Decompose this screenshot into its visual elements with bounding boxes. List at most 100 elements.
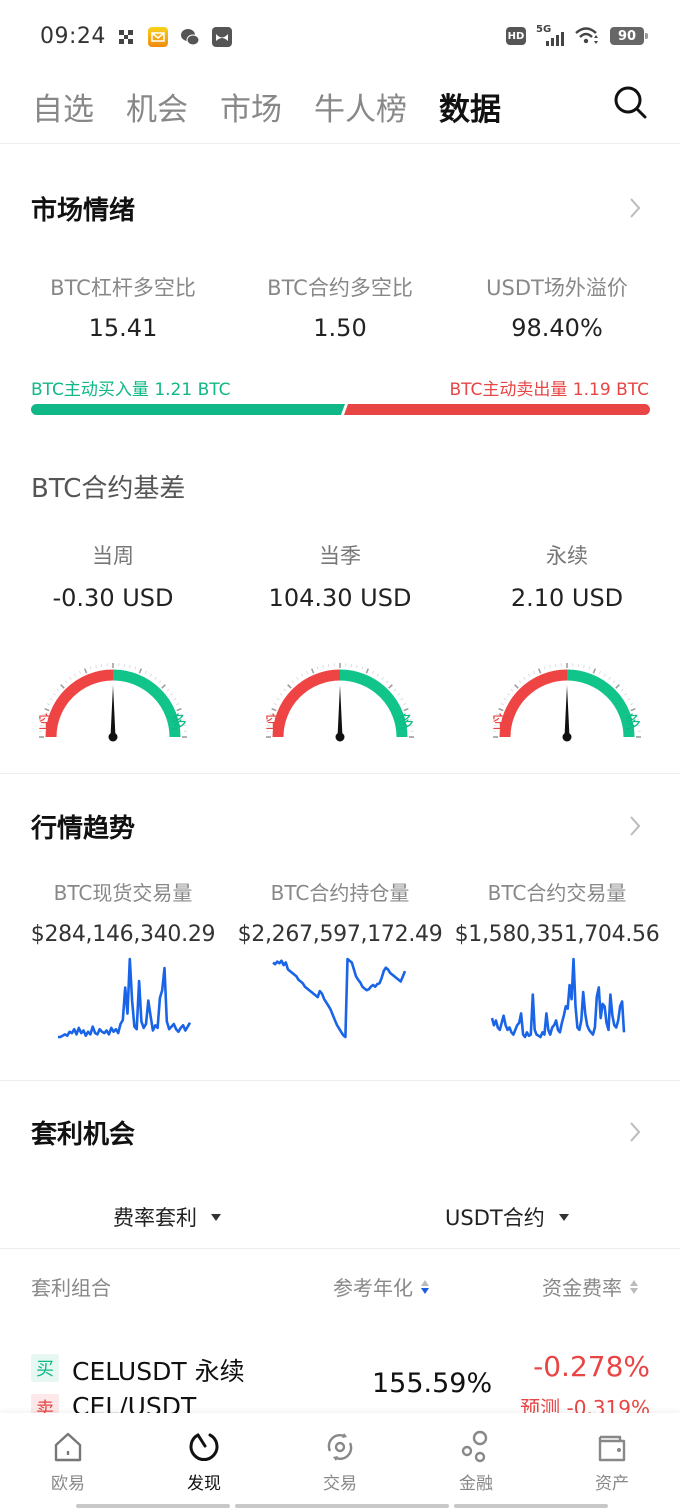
basis-gauge [493,663,641,742]
column-header-funding-rate[interactable]: 资金费率 [542,1272,638,1301]
gauge-label: 当周 [92,544,134,568]
gauge-tick [403,702,407,706]
stat-value: 1.50 [313,314,367,342]
grid-app-icon [119,30,133,44]
bottom-nav-finance[interactable]: 金融 [426,1429,526,1494]
sort-icon[interactable] [630,1279,638,1294]
gauge-needle [110,685,116,737]
bottom-nav-trade[interactable]: 交易 [290,1429,390,1494]
stat-contract-ratio: BTC合约多空比 1.50 [227,272,453,342]
bottom-nav: 欧易 发现 交易 金融 资产 [0,1413,680,1511]
gauge-tick [397,693,401,696]
discover-icon [189,1433,219,1462]
gauge-needle [564,685,570,737]
tab-opportunities[interactable]: 机会 [126,84,188,129]
wallet-icon [598,1435,626,1462]
funding-rate-value: -0.278% [533,1350,650,1383]
table-row[interactable]: 买 CELUSDT 永续 卖 CEL/USDT 155.59% -0.278% … [0,1340,680,1422]
gauge-tick [592,668,597,674]
sort-icon[interactable] [421,1279,429,1294]
section-divider [0,1248,680,1249]
trend-label: BTC合约交易量 [487,881,627,905]
top-nav: 自选 机会 市场 牛人榜 数据 [0,78,680,144]
gauge-tick [365,668,370,674]
gauge-tick [514,684,519,689]
gauge-tick [627,697,631,701]
gauge-tick [291,680,295,684]
gauge-long-label: 多 [624,713,641,733]
gauge-tick [310,668,315,674]
gauge-tick [287,684,292,689]
stat-label: BTC杠杆多空比 [50,276,196,300]
chevron-right-icon[interactable] [628,814,642,838]
gauge-label: 当季 [319,544,361,568]
gauge-tick [64,680,68,684]
gauge-tick [279,693,283,696]
gauge-tick [518,680,522,684]
gauge-quarterly: 当季 104.30 USD 空 多 [227,540,453,742]
arbitrage-type-dropdown[interactable]: 费率套利 [113,1202,221,1232]
home-icon [54,1432,82,1462]
tab-watchlist[interactable]: 自选 [32,84,94,129]
tab-data[interactable]: 数据 [439,84,501,129]
gauge-tick [129,664,131,669]
notification-icons [116,27,232,47]
gauge-short-arc [272,669,341,738]
buy-segment [31,404,345,415]
gauge-tick [598,670,602,674]
gauge-tick [300,673,304,677]
home-indicator [454,1504,608,1508]
tab-market[interactable]: 市场 [220,84,282,129]
trend-contract-volume[interactable]: BTC合约交易量 $1,580,351,704.56 [444,877,670,1039]
status-time: 09:24 [40,24,106,49]
tab-leaderboard[interactable]: 牛人榜 [314,84,407,129]
gauge-perpetual: 永续 2.10 USD 空 多 [454,540,680,742]
gauge-tick [388,684,393,689]
contract-basis-title: BTC合约基差 [31,474,186,504]
gauge-needle-pivot [108,732,118,742]
gauge-tick [161,684,166,689]
bottom-nav-discover[interactable]: 发现 [154,1429,254,1494]
gauge-needle [337,685,343,737]
gauge-tick [506,693,510,696]
trend-open-interest[interactable]: BTC合约持仓量 $2,267,597,172.49 [227,877,453,1039]
chevron-right-icon[interactable] [628,196,642,220]
gauge-tick [620,688,624,692]
gauge-tick [166,688,170,692]
gauge-tick [83,668,88,674]
wifi-icon [575,27,598,44]
gauge-tick [170,693,174,696]
gauge-tick [89,666,92,670]
market-trend-title: 行情趋势 [31,814,136,844]
search-icon[interactable] [612,84,648,120]
gauge-tick [176,702,180,706]
bottom-nav-home[interactable]: 欧易 [18,1429,118,1494]
sparkline [272,957,407,1039]
gauge-tick [316,666,319,670]
column-header-annualized[interactable]: 参考年化 [333,1272,429,1301]
gauge-tick [630,702,634,706]
stat-leverage-ratio: BTC杠杆多空比 15.41 [10,272,236,342]
stat-usdt-premium: USDT场外溢价 98.40% [444,272,670,342]
hd-icon: HD [506,27,526,45]
chevron-right-icon[interactable] [628,1120,642,1144]
contract-type-dropdown[interactable]: USDT合约 [445,1202,569,1232]
gauge-tick [624,693,628,696]
trade-icon [327,1433,353,1461]
gauge-tick [283,688,287,692]
finance-icon [461,1430,488,1463]
gauge-value: 104.30 USD [268,584,412,612]
gauge-tick [537,668,542,674]
section-divider [0,773,680,774]
gauge-tick [52,693,56,696]
annualized-value: 155.59% [372,1368,493,1399]
gauge-tick [95,664,97,669]
gauge-tick [149,673,153,677]
gauge-long-arc [112,669,181,738]
gauge-short-arc [499,669,568,738]
dropdown-value: 费率套利 [113,1206,197,1230]
trend-spot-volume[interactable]: BTC现货交易量 $284,146,340.29 [10,877,236,1039]
stat-value: 15.41 [88,314,158,342]
bottom-nav-assets[interactable]: 资产 [562,1429,662,1494]
gallery-app-icon [212,27,232,47]
